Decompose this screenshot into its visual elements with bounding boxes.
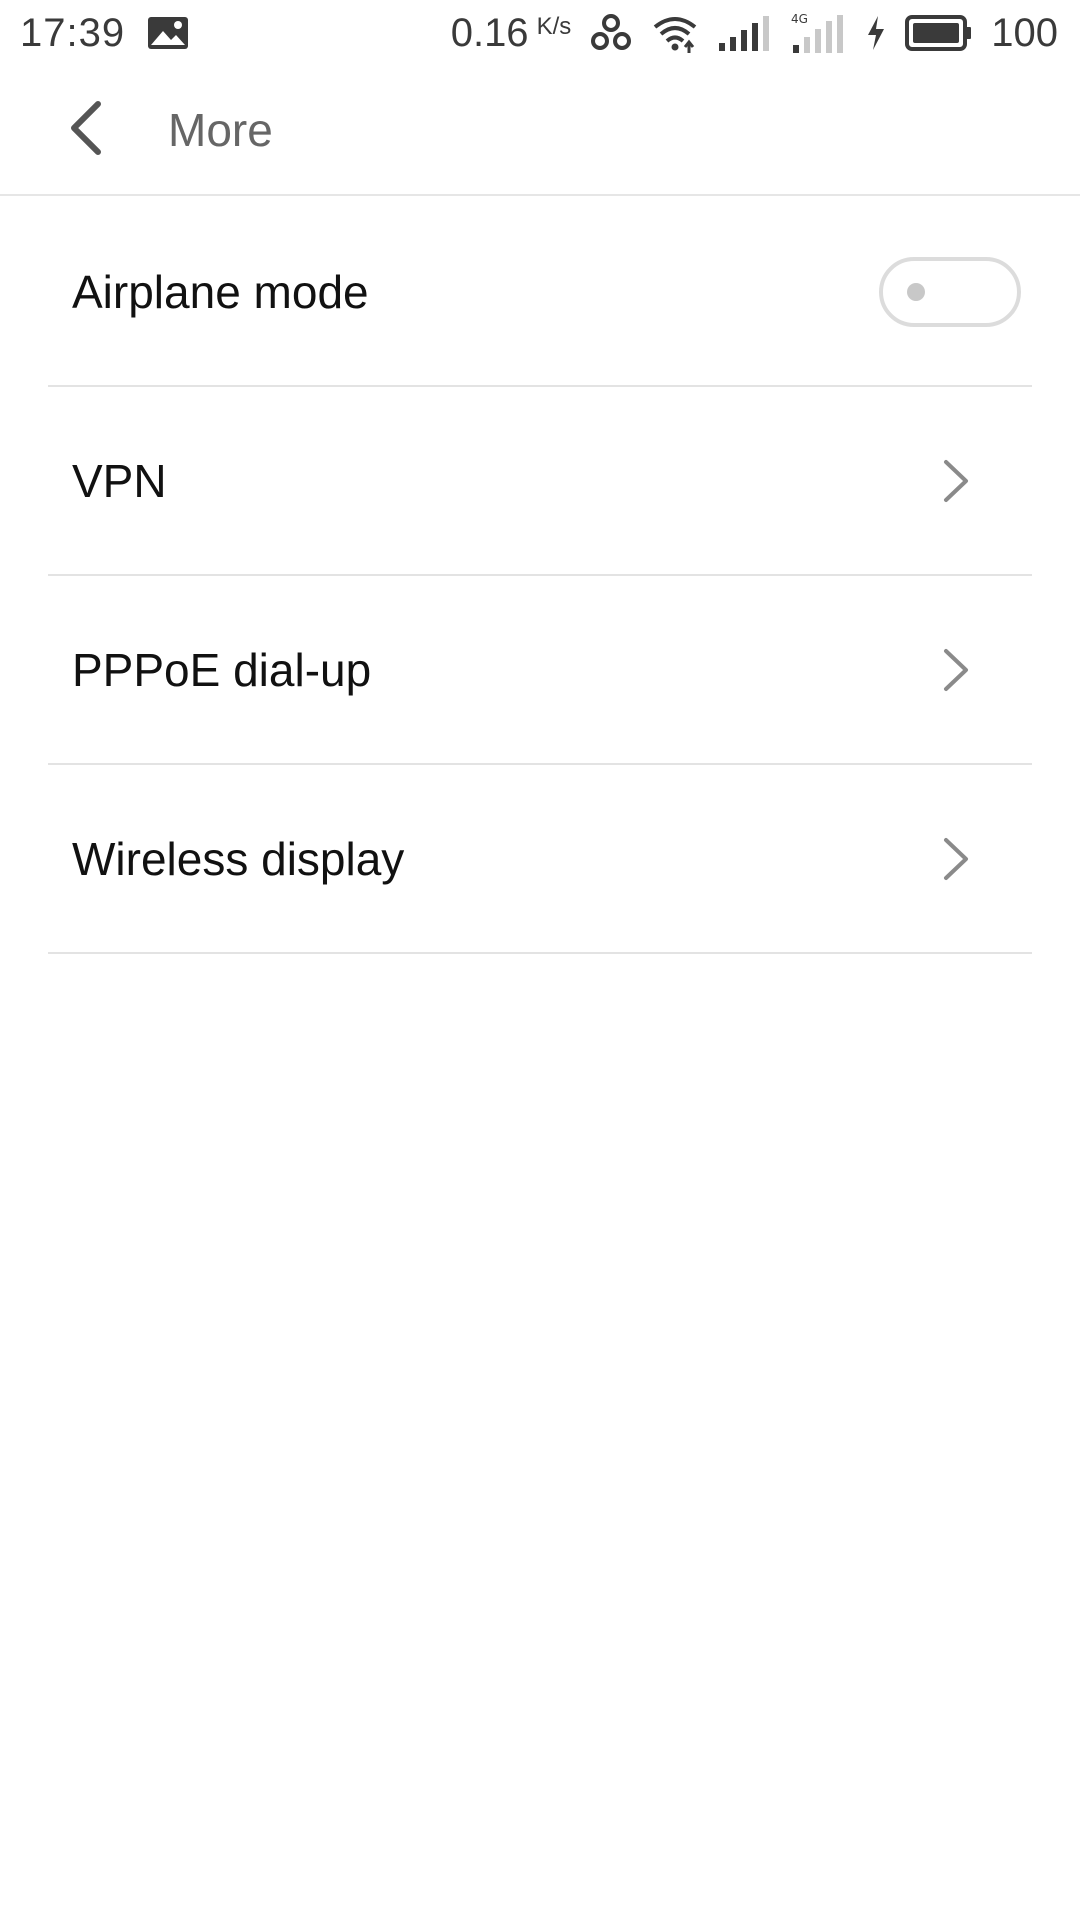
svg-text:4G: 4G [791, 12, 808, 26]
wifi-icon [651, 13, 699, 53]
page-title: More [168, 104, 273, 156]
airplane-mode-label: Airplane mode [72, 265, 369, 318]
network-speed-unit: K/s [536, 13, 572, 40]
charging-icon [865, 15, 887, 51]
wireless-display-label: Wireless display [72, 832, 405, 885]
network-speed-value: 0.16 [450, 10, 529, 55]
status-bar: 17:39 0.16 K/s 4G 100 [0, 0, 1080, 66]
network-speed: 0.16 K/s [451, 11, 572, 56]
back-arrow-icon [64, 98, 108, 163]
chevron-right-icon [926, 640, 986, 700]
link-icon [589, 13, 633, 53]
back-button[interactable] [36, 80, 136, 180]
pppoe-dialup-row[interactable]: PPPoE dial-up [48, 576, 1032, 765]
chevron-right-icon [926, 451, 986, 511]
chevron-right-icon [926, 829, 986, 889]
wireless-display-row[interactable]: Wireless display [48, 765, 1032, 954]
status-time: 17:39 [20, 10, 126, 55]
vpn-label: VPN [72, 454, 167, 507]
signal-4g-icon: 4G [791, 11, 847, 55]
signal-icon [717, 13, 773, 53]
vpn-row[interactable]: VPN [48, 387, 1032, 576]
battery-icon [905, 15, 973, 51]
app-bar: More [0, 66, 1080, 196]
battery-level: 100 [991, 10, 1058, 55]
airplane-mode-row[interactable]: Airplane mode [48, 198, 1032, 387]
gallery-icon [147, 16, 189, 50]
pppoe-dialup-label: PPPoE dial-up [72, 643, 372, 696]
settings-list: Airplane mode VPN PPPoE dial-up Wireless… [48, 198, 1032, 954]
airplane-mode-toggle[interactable] [879, 256, 1021, 327]
toggle-knob [907, 282, 925, 301]
